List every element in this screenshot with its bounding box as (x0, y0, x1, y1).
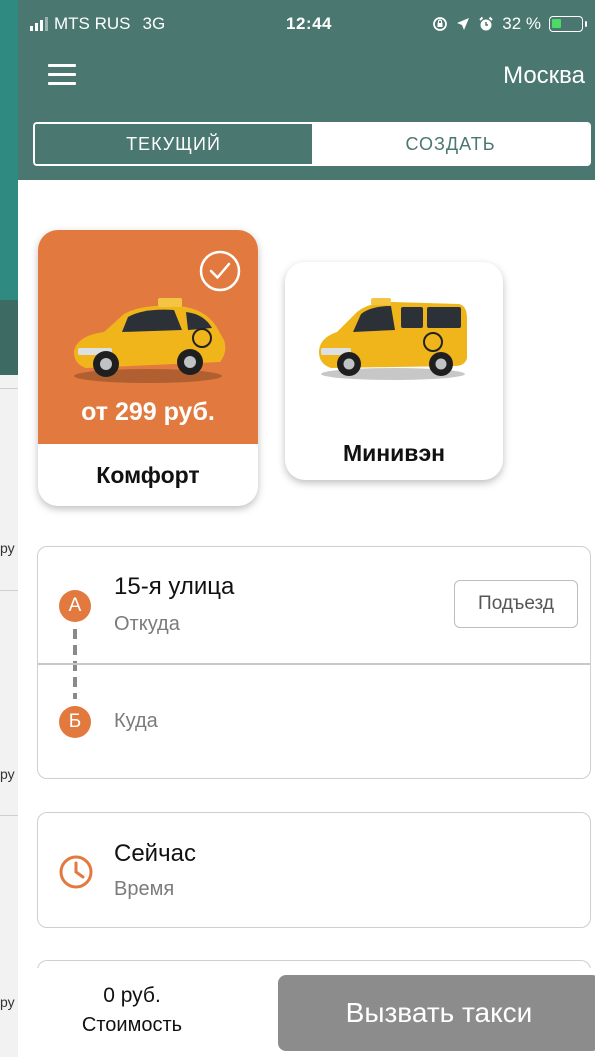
cost-value: 0 руб. (103, 984, 161, 1007)
background-fragment: ру (0, 540, 15, 556)
from-label: Откуда (114, 613, 180, 635)
app-header: MTS RUS 3G 12:44 32 % Москва ТЕКУЩИЙ СОЗ… (18, 0, 595, 180)
location-arrow-icon (457, 18, 470, 30)
clock-icon (59, 855, 93, 889)
time-label: Время (114, 878, 175, 900)
tariff-card-comfort[interactable]: от 299 руб. Комфорт (38, 230, 258, 506)
tariff-name: Минивэн (342, 440, 446, 466)
tab-create[interactable]: СОЗДАТЬ (312, 124, 589, 164)
tab-current[interactable]: ТЕКУЩИЙ (35, 124, 312, 164)
background-fragment: ру (0, 766, 15, 782)
route-divider (38, 663, 590, 665)
city-selector[interactable]: Москва (503, 62, 585, 90)
cost-label: Стоимость (81, 1014, 183, 1036)
tariff-price: от 299 руб. (81, 398, 215, 426)
status-bar: MTS RUS 3G 12:44 32 % (18, 8, 595, 38)
orientation-lock-icon (433, 17, 448, 31)
tariff-card-minivan[interactable]: Минивэн (285, 262, 503, 480)
from-marker-icon: А (59, 590, 91, 622)
battery-icon (549, 16, 587, 32)
entrance-button[interactable]: Подъезд (454, 580, 578, 628)
time-value: Сейчас (114, 840, 196, 867)
sedan-taxi-image (74, 298, 226, 383)
call-taxi-button[interactable]: Вызвать такси (278, 975, 595, 1051)
hamburger-menu-icon[interactable] (48, 64, 78, 86)
signal-icon (30, 17, 48, 31)
checkmark-circle-icon (199, 250, 241, 292)
tariff-name: Комфорт (96, 462, 200, 488)
taxi-order-screen: MTS RUS 3G 12:44 32 % Москва ТЕКУЩИЙ СОЗ… (18, 0, 595, 1057)
time-panel[interactable]: Сейчас Время (37, 812, 591, 928)
background-fragment: ру (0, 994, 15, 1010)
carrier-name: MTS RUS (54, 14, 131, 33)
route-panel: А 15-я улица Откуда Подъезд Б Куда (37, 546, 591, 779)
clock: 12:44 (286, 14, 332, 33)
from-address[interactable]: 15-я улица (114, 573, 234, 601)
to-marker-icon: Б (59, 706, 91, 738)
order-tabs: ТЕКУЩИЙ СОЗДАТЬ (33, 122, 591, 166)
network-type: 3G (142, 14, 166, 33)
battery-percent: 32 % (502, 14, 541, 33)
minivan-taxi-image (319, 298, 467, 380)
to-address-field[interactable]: Куда (114, 710, 158, 733)
alarm-icon (479, 16, 493, 31)
